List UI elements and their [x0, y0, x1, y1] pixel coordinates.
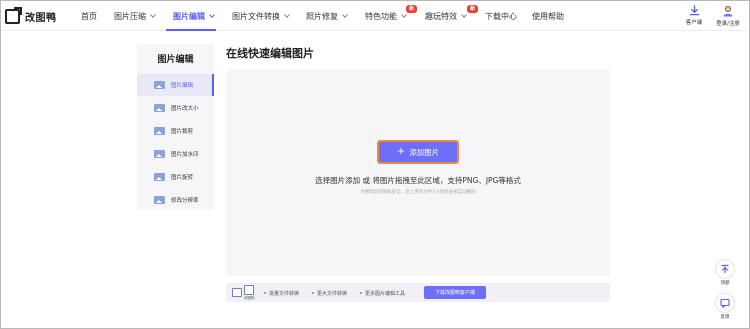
nav-edit[interactable]: 图片编辑	[173, 11, 215, 22]
sidebar: 图片编辑 图片编辑 图片改大小 图片裁剪 图片加水印 图片旋转 修改分辨率	[137, 44, 214, 210]
sidebar-title: 图片编辑	[157, 55, 194, 65]
sidebar-item-label: 图片裁剪	[171, 129, 194, 135]
upload-hint: 选择图片添加 或 将图片拖拽至此区域，支持PNG、JPG等格式	[315, 176, 521, 185]
download-icon	[689, 5, 699, 16]
sidebar-item-edit[interactable]: 图片编辑	[137, 74, 214, 96]
chevron-down-icon	[150, 12, 156, 18]
arrow-up-icon	[721, 264, 729, 274]
image-icon	[154, 150, 165, 158]
sidebar-item-watermark[interactable]: 图片加水印	[137, 143, 214, 165]
feature-more-tools: 更多图片编辑工具	[360, 290, 405, 297]
nav-compress[interactable]: 图片压缩	[114, 11, 156, 22]
sidebar-item-label: 图片加水印	[171, 152, 199, 158]
sidebar-item-resize[interactable]: 图片改大小	[137, 97, 214, 119]
nav-download[interactable]: 下载中心	[485, 11, 517, 22]
sidebar-item-label: 图片改大小	[171, 106, 199, 112]
page-title: 在线快速编辑图片	[226, 47, 314, 60]
image-icon	[232, 288, 242, 297]
nav-convert[interactable]: 图片文件转换	[232, 11, 290, 22]
add-image-button[interactable]: + 添加图片	[377, 140, 459, 164]
upload-drop-zone[interactable]	[226, 69, 610, 276]
sidebar-item-resolution[interactable]: 修改分辨率	[137, 189, 214, 211]
image-icon	[154, 81, 165, 89]
login-register[interactable]: 登录/注册	[712, 5, 744, 27]
top-header: 改图鸭 首页 图片压缩 图片编辑 图片文件转换 照片修复 特色功能 新 趣玩特效…	[1, 1, 749, 31]
active-nav-underline	[166, 29, 216, 31]
app-illustration: 改图鸭	[232, 284, 258, 301]
download-client-button[interactable]: 下载改图鸭客户端	[424, 286, 486, 299]
back-to-top-button[interactable]	[715, 259, 735, 279]
sidebar-item-label: 图片旋转	[171, 175, 194, 181]
nav-home[interactable]: 首页	[81, 11, 97, 22]
app-icon	[244, 285, 254, 295]
feedback-icon	[720, 298, 730, 308]
back-to-top-label: 顶部	[720, 281, 730, 286]
client-label: 客户端	[685, 20, 703, 26]
logo-icon	[5, 6, 22, 24]
chevron-down-icon	[401, 12, 407, 18]
privacy-note: 为保障您的隐私安全，您上传的文件1小时后会被自动删除	[360, 190, 476, 195]
image-icon	[154, 127, 165, 135]
nav-help[interactable]: 使用帮助	[532, 11, 564, 22]
login-label: 登录/注册	[716, 21, 740, 27]
chevron-down-icon	[284, 12, 290, 18]
new-badge: 新	[406, 5, 418, 13]
logo-text: 改图鸭	[25, 12, 57, 24]
sidebar-item-label: 图片编辑	[171, 83, 194, 89]
sidebar-item-label: 修改分辨率	[171, 198, 199, 204]
app-label: 改图鸭	[244, 296, 255, 300]
image-icon	[154, 196, 165, 204]
avatar-icon	[723, 6, 733, 17]
chevron-down-icon	[461, 12, 467, 18]
nav-features[interactable]: 特色功能	[365, 11, 407, 22]
feedback-label: 反馈	[720, 315, 730, 320]
chevron-down-icon	[209, 12, 215, 18]
image-icon	[154, 104, 165, 112]
new-badge: 新	[467, 5, 479, 13]
feature-batch: 批量文件转换	[264, 290, 299, 297]
client-promo-bar: 改图鸭 批量文件转换 更大文件转换 更多图片编辑工具 下载改图鸭客户端	[226, 283, 610, 302]
sidebar-item-rotate[interactable]: 图片旋转	[137, 166, 214, 188]
nav-effects[interactable]: 趣玩特效	[425, 11, 467, 22]
sidebar-item-crop[interactable]: 图片裁剪	[137, 120, 214, 142]
feature-large-file: 更大文件转换	[312, 290, 347, 297]
feedback-button[interactable]	[715, 293, 735, 313]
chevron-down-icon	[342, 12, 348, 18]
image-icon	[154, 173, 165, 181]
logo[interactable]: 改图鸭	[5, 6, 73, 25]
plus-icon: +	[396, 146, 406, 157]
add-image-label: 添加图片	[409, 147, 440, 157]
client-download[interactable]: 客户端	[681, 5, 707, 26]
nav-repair[interactable]: 照片修复	[306, 11, 348, 22]
